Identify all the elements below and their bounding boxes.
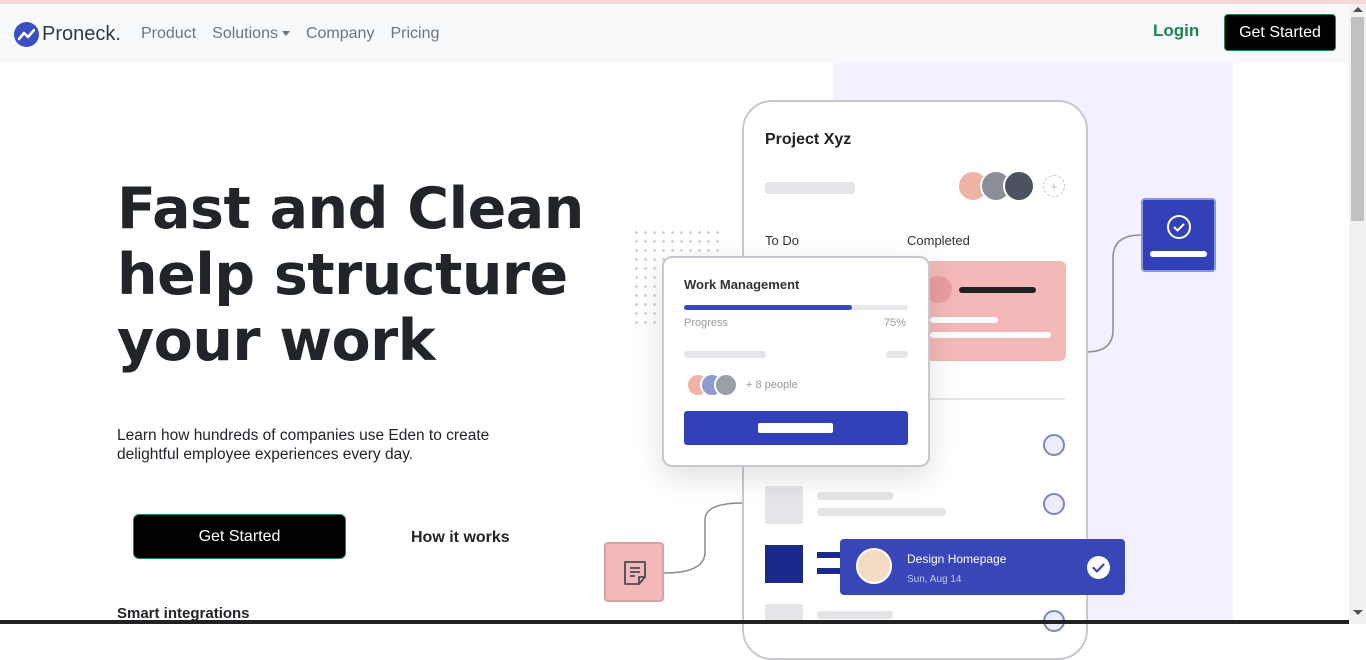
column-label-todo: To Do — [765, 233, 799, 248]
placeholder-bar — [1150, 251, 1207, 257]
column-label-completed: Completed — [907, 233, 970, 248]
progress-bar-fill — [684, 305, 852, 310]
check-icon — [1087, 556, 1110, 579]
bottom-edge-line — [0, 620, 1349, 624]
avatar — [1003, 170, 1035, 202]
avatar — [714, 373, 738, 397]
task-name: Design Homepage — [907, 552, 1007, 566]
progress-percent: 75% — [884, 317, 907, 329]
avatar — [856, 548, 892, 584]
work-card-title: Work Management — [684, 277, 800, 292]
placeholder-bar — [886, 351, 908, 358]
add-member-icon: + — [1043, 175, 1065, 197]
note-card — [604, 542, 664, 602]
placeholder-bar — [817, 492, 893, 500]
thumbnail-placeholder — [765, 545, 803, 583]
task-date: Sun, Aug 14 — [907, 574, 962, 585]
people-count: + 8 people — [746, 379, 798, 391]
placeholder-bar — [817, 508, 946, 516]
placeholder-bar — [930, 317, 998, 323]
placeholder-bar — [765, 182, 855, 194]
checkbox-circle-icon — [1043, 493, 1065, 515]
scrollbar-thumb[interactable] — [1351, 17, 1364, 221]
placeholder-bar — [817, 568, 842, 574]
progress-label: Progress — [684, 317, 729, 329]
project-title: Project Xyz — [765, 131, 852, 148]
progress-bar — [684, 305, 908, 310]
scroll-up-arrow-icon[interactable] — [1353, 7, 1363, 12]
placeholder-bar — [817, 552, 842, 558]
placeholder-bar — [684, 351, 766, 358]
thumbnail-placeholder — [765, 486, 803, 524]
checked-status-card — [1141, 198, 1216, 272]
scroll-down-arrow-icon[interactable] — [1353, 610, 1363, 615]
note-icon — [624, 561, 646, 585]
checkbox-circle-icon — [1043, 434, 1065, 456]
check-circle-icon — [1167, 215, 1191, 239]
placeholder-bar — [930, 332, 1051, 338]
placeholder-bar — [817, 611, 893, 619]
placeholder-bar — [959, 287, 1036, 293]
placeholder-bar — [758, 423, 833, 433]
